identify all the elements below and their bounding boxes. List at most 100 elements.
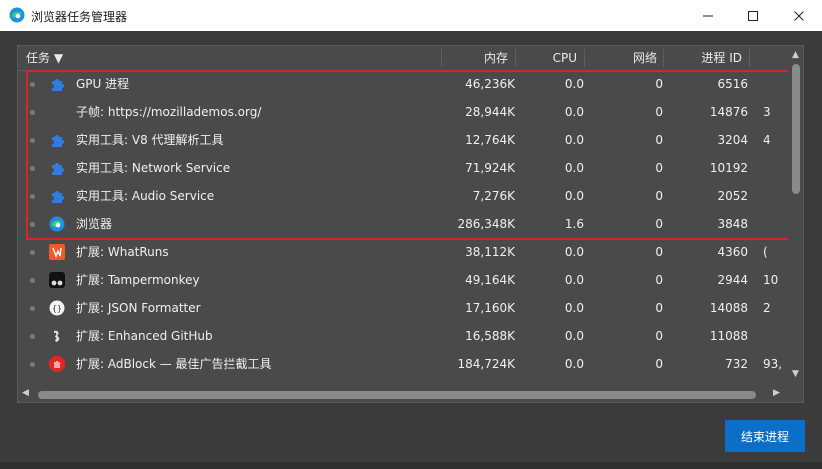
status-dot: [30, 278, 35, 283]
task-name: GPU 进程: [76, 77, 130, 91]
table-row[interactable]: 实用工具: V8 代理解析工具 12,764K 0.0 0 3204 4: [18, 126, 788, 154]
memory-value: 46,236K: [465, 77, 515, 91]
scroll-right-icon[interactable]: ▶: [773, 388, 780, 398]
cpu-value: 0.0: [564, 105, 584, 119]
memory-value: 49,164K: [465, 273, 515, 287]
close-button[interactable]: [776, 0, 822, 31]
process-id-value: 732: [725, 357, 748, 371]
status-dot: [30, 138, 35, 143]
column-divider[interactable]: [749, 49, 750, 67]
horizontal-scroll-thumb[interactable]: [38, 391, 756, 399]
title-bar: 浏览器任务管理器: [0, 0, 822, 31]
task-name: 实用工具: Network Service: [76, 161, 231, 175]
window-title: 浏览器任务管理器: [31, 10, 128, 24]
column-divider[interactable]: [584, 49, 585, 67]
puzzle-icon: [49, 132, 65, 148]
minimize-icon: [703, 15, 713, 16]
tampermonkey-icon: [49, 272, 65, 288]
process-id-value: 6516: [717, 77, 748, 91]
cpu-value: 1.6: [564, 217, 584, 231]
table-row[interactable]: 扩展: Enhanced GitHub 16,588K 0.0 0 11088: [18, 322, 788, 350]
task-table: 任务 ▼ 内存 CPU 网络 进程 ID GPU 进程 46,236K 0.0 0 65…: [17, 45, 804, 403]
status-dot: [30, 362, 35, 367]
minimize-button[interactable]: [685, 0, 731, 31]
puzzle-icon: [49, 76, 65, 92]
vertical-scrollbar[interactable]: ▲ ▼: [788, 46, 803, 386]
process-id-value: 10192: [709, 161, 748, 175]
vertical-scroll-thumb[interactable]: [792, 64, 800, 194]
process-id-value: 3204: [717, 133, 748, 147]
process-id-value: 2052: [717, 189, 748, 203]
task-name: 实用工具: Audio Service: [76, 189, 215, 203]
network-value: 0: [655, 301, 663, 315]
process-id-value: 14876: [709, 105, 748, 119]
network-value: 0: [655, 189, 663, 203]
memory-value: 16,588K: [465, 329, 515, 343]
table-row[interactable]: 实用工具: Audio Service 7,276K 0.0 0 2052: [18, 182, 788, 210]
table-row[interactable]: {} 扩展: JSON Formatter 17,160K 0.0 0 14088 2: [18, 294, 788, 322]
network-value: 0: [655, 161, 663, 175]
task-name: 子帧: https://mozillademos.org/: [76, 105, 262, 119]
column-divider[interactable]: [663, 49, 664, 67]
enhanced-github-icon: [49, 328, 65, 344]
task-name: 扩展: JSON Formatter: [76, 301, 201, 315]
close-icon: [794, 10, 804, 21]
cpu-value: 0.0: [564, 357, 584, 371]
scroll-down-icon[interactable]: ▼: [792, 369, 799, 379]
status-dot: [30, 250, 35, 255]
maximize-button[interactable]: [730, 0, 776, 31]
process-id-value: 3848: [717, 217, 748, 231]
task-name: 扩展: AdBlock — 最佳广告拦截工具: [76, 357, 272, 371]
process-id-value: 14088: [709, 301, 748, 315]
network-value: 0: [655, 77, 663, 91]
column-divider[interactable]: [515, 49, 516, 67]
status-dot: [30, 306, 35, 311]
memory-value: 38,112K: [465, 245, 515, 259]
cpu-value: 0.0: [564, 329, 584, 343]
column-process-id[interactable]: 进程 ID: [668, 46, 742, 70]
task-name: 浏览器: [76, 217, 113, 231]
status-dot: [30, 334, 35, 339]
table-row[interactable]: 扩展: WhatRuns 38,112K 0.0 0 4360(: [18, 238, 788, 266]
memory-value: 184,724K: [457, 357, 516, 371]
status-dot: [30, 166, 35, 171]
column-task[interactable]: 任务 ▼: [26, 46, 63, 70]
table-row[interactable]: GPU 进程 46,236K 0.0 0 6516: [18, 70, 788, 98]
network-value: 0: [655, 133, 663, 147]
task-name: 扩展: WhatRuns: [76, 245, 169, 259]
status-dot: [30, 82, 35, 87]
network-value: 0: [655, 105, 663, 119]
whatruns-icon: [49, 244, 65, 260]
process-id-value: 11088: [709, 329, 748, 343]
network-value: 0: [655, 357, 663, 371]
status-dot: [30, 222, 35, 227]
scroll-up-icon[interactable]: ▲: [792, 50, 799, 60]
scroll-left-icon[interactable]: ◀: [22, 388, 29, 398]
puzzle-icon: [49, 160, 65, 176]
status-dot: [30, 110, 35, 115]
column-memory[interactable]: 内存: [418, 46, 508, 70]
table-row[interactable]: 浏览器 286,348K 1.6 0 3848: [18, 210, 788, 238]
task-name: 实用工具: V8 代理解析工具: [76, 133, 224, 147]
end-process-button[interactable]: 结束进程: [725, 420, 805, 452]
task-name: 扩展: Tampermonkey: [76, 273, 200, 287]
maximize-icon: [748, 10, 758, 21]
svg-text:{}: {}: [52, 304, 62, 313]
table-row[interactable]: 实用工具: Network Service 71,924K 0.0 0 10192: [18, 154, 788, 182]
cpu-value: 0.0: [564, 133, 584, 147]
edge-browser-icon: [49, 216, 65, 232]
memory-value: 17,160K: [465, 301, 515, 315]
horizontal-scrollbar[interactable]: ◀ ▶: [18, 386, 788, 402]
column-cpu[interactable]: CPU: [518, 46, 577, 70]
memory-value: 71,924K: [465, 161, 515, 175]
process-id-value: 2944: [717, 273, 748, 287]
table-row[interactable]: 扩展: AdBlock — 最佳广告拦截工具 184,724K 0.0 0 732 93,: [18, 350, 788, 378]
cpu-value: 0.0: [564, 245, 584, 259]
cpu-value: 0.0: [564, 161, 584, 175]
table-header: 任务 ▼ 内存 CPU 网络 进程 ID: [18, 46, 788, 71]
memory-value: 28,944K: [465, 105, 515, 119]
table-row[interactable]: 扩展: Tampermonkey 49,164K 0.0 0 2944 10: [18, 266, 788, 294]
cpu-value: 0.0: [564, 301, 584, 315]
table-row[interactable]: 子帧: https://mozillademos.org/28,944K 0.0 0…: [18, 98, 788, 126]
column-network[interactable]: 网络: [598, 46, 657, 70]
